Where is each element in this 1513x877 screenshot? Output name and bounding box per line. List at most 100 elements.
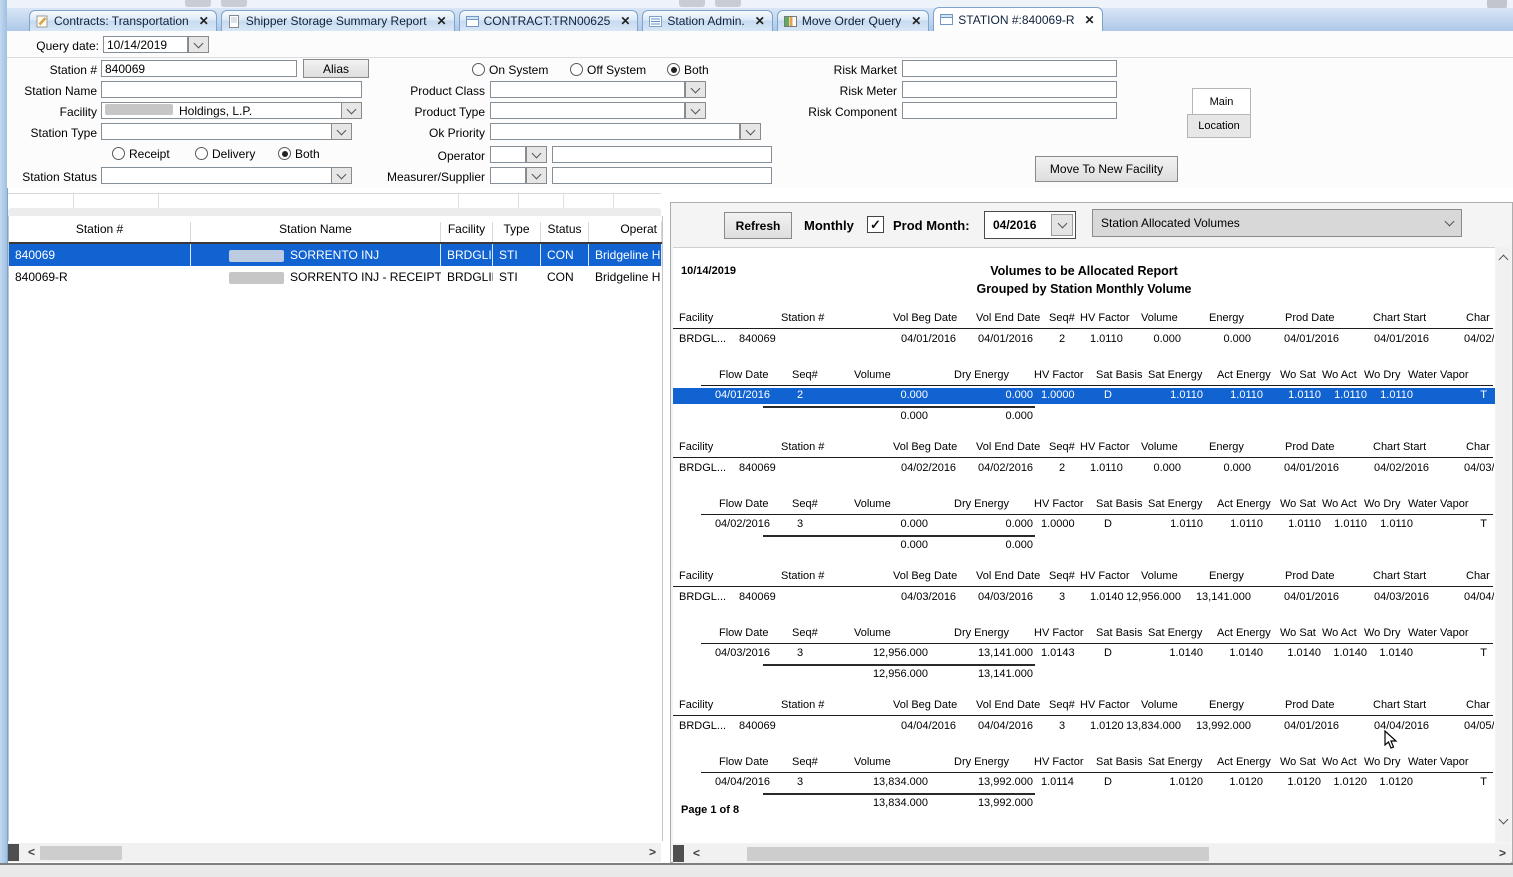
cell: 1.0114 bbox=[1041, 775, 1085, 790]
scroll-block[interactable] bbox=[673, 845, 684, 862]
query-date-input[interactable]: 10/14/2019 bbox=[103, 36, 188, 53]
product-class-input[interactable] bbox=[490, 81, 685, 98]
scroll-right-icon[interactable]: > bbox=[644, 844, 661, 861]
measurer-supplier-code-input[interactable] bbox=[490, 167, 526, 184]
stations-col-status[interactable]: Status bbox=[541, 222, 589, 242]
tab-shipper-storage-summary-report[interactable]: Shipper Storage Summary Report✕ bbox=[221, 10, 455, 31]
stations-col-facility[interactable]: Facility bbox=[441, 222, 493, 242]
facility-data-row[interactable]: BRDGL...84006904/03/201604/03/201631.014… bbox=[673, 591, 1495, 606]
station-status-input[interactable] bbox=[101, 167, 352, 184]
product-class-dropdown-button[interactable] bbox=[685, 81, 706, 98]
query-form: Query date: 10/14/2019 Station # 840069 … bbox=[7, 31, 1513, 188]
station-name-input[interactable] bbox=[101, 81, 362, 98]
flow-data-row[interactable]: 04/01/201620.0000.0001.0000D1.01101.0110… bbox=[673, 388, 1495, 404]
tab-main[interactable]: Main bbox=[1192, 88, 1251, 114]
cell: 840069 bbox=[739, 462, 799, 474]
scroll-right-icon[interactable]: > bbox=[1494, 845, 1511, 862]
report-type-select[interactable]: Station Allocated Volumes bbox=[1092, 209, 1462, 237]
station-status-dropdown-button[interactable] bbox=[331, 167, 352, 184]
risk-market-input[interactable] bbox=[902, 60, 1117, 77]
refresh-button[interactable]: Refresh bbox=[724, 212, 792, 239]
station-row-840069-R[interactable]: 840069-RSORRENTO INJ - RECEIPTBRDGLINSTI… bbox=[9, 266, 662, 288]
close-icon[interactable]: ✕ bbox=[911, 14, 921, 28]
operator-name-input[interactable] bbox=[552, 146, 772, 163]
measurer-supplier-name-input[interactable] bbox=[552, 167, 772, 184]
stations-col-operat[interactable]: Operat bbox=[589, 222, 662, 242]
sys-both-radio[interactable] bbox=[667, 63, 680, 76]
close-icon[interactable]: ✕ bbox=[620, 14, 630, 28]
tab-location[interactable]: Location bbox=[1187, 114, 1251, 138]
facility-data-row[interactable]: BRDGL...84006904/04/201604/04/201631.012… bbox=[673, 720, 1495, 735]
risk-component-input[interactable] bbox=[902, 102, 1117, 119]
flow-data-row[interactable]: 04/04/2016313,834.00013,992.0001.0114D1.… bbox=[673, 775, 1495, 791]
rd-both-radio[interactable] bbox=[278, 147, 291, 160]
close-icon[interactable]: ✕ bbox=[199, 14, 209, 28]
facility-data-row[interactable]: BRDGL...84006904/01/201604/01/201621.011… bbox=[673, 333, 1495, 348]
facility-value: Holdings, L.P. bbox=[179, 104, 252, 118]
scroll-left-icon[interactable]: < bbox=[23, 844, 40, 861]
off-system-radio[interactable] bbox=[570, 63, 583, 76]
facility-data-row[interactable]: BRDGL...84006904/02/201604/02/201621.011… bbox=[673, 462, 1495, 477]
operator-code-input[interactable] bbox=[490, 146, 526, 163]
volume-total: 13,834.000 bbox=[843, 797, 928, 809]
tab-station-admin[interactable]: Station Admin.✕ bbox=[642, 10, 772, 31]
station-type-dropdown-button[interactable] bbox=[331, 123, 352, 140]
dry-energy-total: 0.000 bbox=[948, 539, 1033, 551]
move-to-new-facility-button[interactable]: Move To New Facility bbox=[1035, 156, 1178, 182]
tab-move-order-query[interactable]: Move Order Query✕ bbox=[777, 10, 929, 31]
cell: 3 bbox=[797, 517, 811, 532]
query-date-dropdown-button[interactable] bbox=[188, 36, 209, 53]
col-header: Energy bbox=[1209, 441, 1251, 453]
chevron-down-icon bbox=[1445, 217, 1455, 227]
stations-col-type[interactable]: Type bbox=[493, 222, 541, 242]
facility-input[interactable]: Holdings, L.P. bbox=[101, 102, 362, 119]
product-type-dropdown-button[interactable] bbox=[685, 102, 706, 119]
scroll-left-icon[interactable]: < bbox=[688, 845, 705, 862]
scroll-block[interactable] bbox=[8, 844, 19, 861]
stations-col-station-name[interactable]: Station Name bbox=[191, 222, 441, 242]
monthly-checkbox[interactable]: ✓ bbox=[867, 216, 884, 233]
report-hscrollbar[interactable]: < > bbox=[673, 844, 1511, 863]
facility-dropdown-button[interactable] bbox=[341, 102, 362, 119]
flow-data-row[interactable]: 04/02/201630.0000.0001.0000D1.01101.0110… bbox=[673, 517, 1495, 533]
stations-col-station[interactable]: Station # bbox=[9, 222, 191, 242]
delivery-radio[interactable] bbox=[195, 147, 208, 160]
scroll-thumb[interactable] bbox=[40, 846, 122, 860]
scroll-thumb[interactable] bbox=[747, 847, 1209, 861]
report-vscrollbar[interactable] bbox=[1496, 247, 1511, 842]
tab-bar: Contracts: Transportation✕Shipper Storag… bbox=[7, 8, 1513, 31]
risk-meter-input[interactable] bbox=[902, 81, 1117, 98]
receipt-radio[interactable] bbox=[112, 147, 125, 160]
tab-station-840069-r[interactable]: STATION #:840069-R✕ bbox=[933, 7, 1102, 31]
ok-priority-label: Ok Priority bbox=[385, 126, 485, 140]
alias-button[interactable]: Alias bbox=[303, 59, 369, 78]
flow-header-row: Flow DateSeq#VolumeDry EnergyHV FactorSa… bbox=[673, 627, 1495, 644]
stations-hscrollbar[interactable]: < > bbox=[8, 843, 661, 862]
tab-contracts-transportation[interactable]: Contracts: Transportation✕ bbox=[29, 10, 217, 31]
operator-dropdown-button[interactable] bbox=[526, 146, 547, 163]
scroll-down-icon[interactable] bbox=[1499, 815, 1509, 825]
scroll-up-icon[interactable] bbox=[1499, 255, 1509, 265]
station-row-840069[interactable]: 840069SORRENTO INJBRDGLINSTICONBridgelin… bbox=[9, 244, 662, 266]
station-number-input[interactable]: 840069 bbox=[101, 60, 297, 77]
close-icon[interactable]: ✕ bbox=[755, 14, 765, 28]
tab-contract-trn00625[interactable]: CONTRACT:TRN00625✕ bbox=[459, 10, 639, 31]
cell: 12,956.000 bbox=[843, 646, 928, 661]
on-system-radio[interactable] bbox=[472, 63, 485, 76]
cell: 1.0110 bbox=[1198, 517, 1263, 532]
close-icon[interactable]: ✕ bbox=[437, 14, 447, 28]
col-header: Prod Date bbox=[1285, 699, 1343, 711]
ok-priority-input[interactable] bbox=[490, 123, 740, 140]
header-underline bbox=[701, 385, 1493, 386]
cell: 04/04/2 bbox=[1464, 591, 1494, 603]
ok-priority-dropdown-button[interactable] bbox=[740, 123, 761, 140]
close-icon[interactable]: ✕ bbox=[1085, 13, 1095, 27]
col-header: Chart Start bbox=[1373, 570, 1435, 582]
report-type-value: Station Allocated Volumes bbox=[1101, 216, 1240, 230]
measurer-supplier-dropdown-button[interactable] bbox=[526, 167, 547, 184]
prod-month-dropdown-button[interactable] bbox=[1051, 214, 1073, 236]
flow-data-row[interactable]: 04/03/2016312,956.00013,141.0001.0143D1.… bbox=[673, 646, 1495, 662]
station-type-input[interactable] bbox=[101, 123, 352, 140]
product-type-input[interactable] bbox=[490, 102, 685, 119]
prod-month-combo[interactable]: 04/2016 bbox=[984, 211, 1076, 239]
